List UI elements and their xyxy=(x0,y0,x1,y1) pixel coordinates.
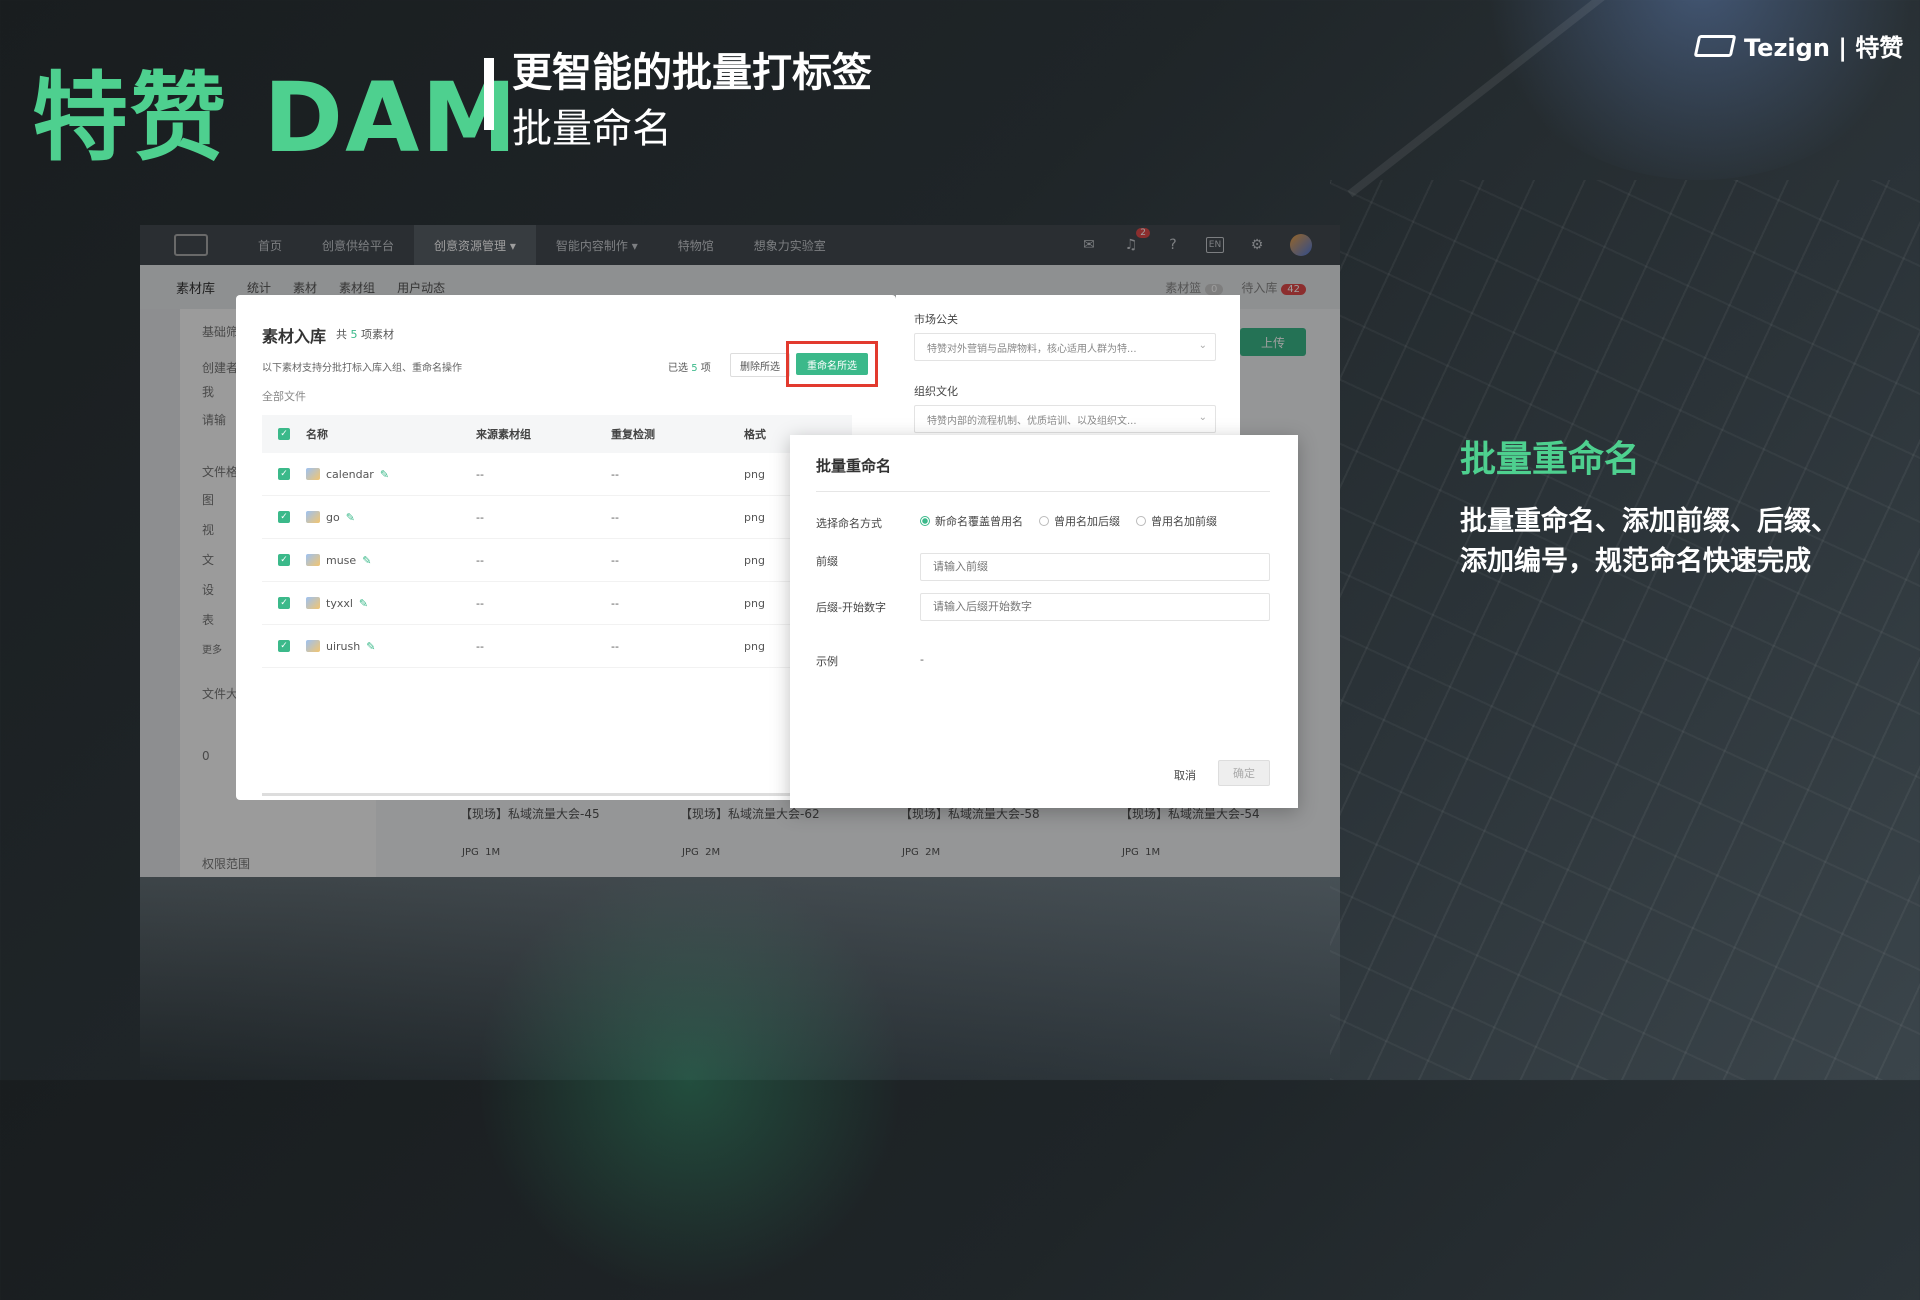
highlight-box xyxy=(786,341,878,387)
feature-description: 批量重命名、添加前缀、后缀、添加编号，规范命名快速完成 xyxy=(1460,506,1838,577)
radio-checked-icon xyxy=(920,516,930,526)
selected-count: 已选 5 项 xyxy=(668,363,711,374)
horizontal-scrollbar[interactable] xyxy=(262,793,852,796)
row-duplicate: -- xyxy=(611,553,619,567)
prefix-label: 前缀 xyxy=(816,555,838,568)
select-all-checkbox[interactable]: ✓ xyxy=(278,428,290,440)
row-source: -- xyxy=(476,467,484,481)
row-checkbox[interactable]: ✓ xyxy=(278,640,290,652)
row-checkbox[interactable]: ✓ xyxy=(278,468,290,480)
row-name: calendar xyxy=(326,467,374,481)
thumbnail xyxy=(306,468,320,480)
tag-market-select[interactable]: 特赞对外营销与品牌物料，核心适用人群为特... ⌄ xyxy=(914,333,1216,361)
thumbnail xyxy=(306,640,320,652)
confirm-button[interactable]: 确定 xyxy=(1218,760,1270,786)
delete-selected-button[interactable]: 删除所选 xyxy=(730,353,790,377)
table-row[interactable]: ✓ uirush ✎ -- -- png xyxy=(262,625,852,668)
table-row[interactable]: ✓ muse ✎ -- -- png xyxy=(262,539,852,582)
row-source: -- xyxy=(476,596,484,610)
thumbnail xyxy=(306,511,320,523)
example-value: - xyxy=(920,653,924,666)
tezign-logo-icon xyxy=(1693,34,1737,57)
table-row[interactable]: ✓ calendar ✎ -- -- png xyxy=(262,453,852,496)
slide-subtitle-1: 更智能的批量打标签 xyxy=(512,50,872,96)
example-label: 示例 xyxy=(816,655,838,668)
column-name: 名称 xyxy=(306,428,328,441)
row-checkbox[interactable]: ✓ xyxy=(278,597,290,609)
row-name: uirush xyxy=(326,639,361,653)
slide-subtitle-2: 批量命名 xyxy=(512,106,672,152)
slide-title: 特赞 DAM xyxy=(32,62,519,174)
row-checkbox[interactable]: ✓ xyxy=(278,511,290,523)
radio-unchecked-icon xyxy=(1136,516,1146,526)
modal-title: 素材入库 xyxy=(262,327,327,346)
row-duplicate: -- xyxy=(611,639,619,653)
thumbnail xyxy=(306,597,320,609)
chevron-down-icon: ⌄ xyxy=(1198,412,1207,423)
mode-radio-group: 新命名覆盖曾用名 曾用名加后缀 曾用名加前缀 xyxy=(920,513,1217,529)
column-duplicate: 重复检测 xyxy=(611,428,655,441)
radio-prefix[interactable]: 曾用名加前缀 xyxy=(1136,513,1217,529)
reflection xyxy=(140,877,1340,1080)
asset-table: ✓ 名称 来源素材组 重复检测 格式 ✓ calendar ✎ -- -- png… xyxy=(262,415,852,668)
background-building xyxy=(1330,180,1920,1080)
brand-logo: Tezign | 特赞 xyxy=(1693,28,1904,63)
brand-text: Tezign | 特赞 xyxy=(1744,34,1904,62)
prefix-input[interactable] xyxy=(920,553,1270,581)
radio-unchecked-icon xyxy=(1039,516,1049,526)
row-source: -- xyxy=(476,553,484,567)
rename-dialog: 批量重命名 选择命名方式 新命名覆盖曾用名 曾用名加后缀 曾用名加前缀 前缀 后… xyxy=(790,435,1298,808)
chevron-down-icon: ⌄ xyxy=(1198,340,1207,351)
tag-culture-label: 组织文化 xyxy=(914,385,958,398)
edit-icon[interactable]: ✎ xyxy=(380,468,389,481)
radio-suffix[interactable]: 曾用名加后缀 xyxy=(1039,513,1120,529)
feature-title: 批量重命名 xyxy=(1460,439,1641,480)
mode-label: 选择命名方式 xyxy=(816,517,882,530)
dialog-divider xyxy=(816,491,1270,492)
suffix-label: 后缀-开始数字 xyxy=(816,601,886,614)
table-row[interactable]: ✓ tyxxl ✎ -- -- png xyxy=(262,582,852,625)
table-header: ✓ 名称 来源素材组 重复检测 格式 xyxy=(262,415,852,453)
tag-panel: 市场公关 特赞对外营销与品牌物料，核心适用人群为特... ⌄ 组织文化 特赞内部的… xyxy=(896,295,1240,435)
title-divider xyxy=(484,58,494,130)
edit-icon[interactable]: ✎ xyxy=(366,640,375,653)
column-source: 来源素材组 xyxy=(476,428,531,441)
cancel-button[interactable]: 取消 xyxy=(1174,767,1196,783)
table-row[interactable]: ✓ go ✎ -- -- png xyxy=(262,496,852,539)
row-duplicate: -- xyxy=(611,467,619,481)
edit-icon[interactable]: ✎ xyxy=(346,511,355,524)
modal-note: 以下素材支持分批打标入库入组、重命名操作 xyxy=(262,363,462,374)
suffix-start-input[interactable] xyxy=(920,593,1270,621)
row-checkbox[interactable]: ✓ xyxy=(278,554,290,566)
edit-icon[interactable]: ✎ xyxy=(362,554,371,567)
row-duplicate: -- xyxy=(611,596,619,610)
edit-icon[interactable]: ✎ xyxy=(359,597,368,610)
tag-culture-select[interactable]: 特赞内部的流程机制、优质培训、以及组织文... ⌄ xyxy=(914,405,1216,433)
row-source: -- xyxy=(476,639,484,653)
dialog-title: 批量重命名 xyxy=(816,457,892,475)
row-name: go xyxy=(326,510,340,524)
row-duplicate: -- xyxy=(611,510,619,524)
thumbnail xyxy=(306,554,320,566)
background-glow-top-right xyxy=(1470,0,1920,180)
asset-count: 共 5 项素材 xyxy=(336,328,394,341)
row-source: -- xyxy=(476,510,484,524)
all-files-tab[interactable]: 全部文件 xyxy=(262,388,306,404)
row-name: tyxxl xyxy=(326,596,353,610)
row-name: muse xyxy=(326,553,357,567)
radio-overwrite[interactable]: 新命名覆盖曾用名 xyxy=(920,513,1023,529)
tag-market-label: 市场公关 xyxy=(914,313,958,326)
